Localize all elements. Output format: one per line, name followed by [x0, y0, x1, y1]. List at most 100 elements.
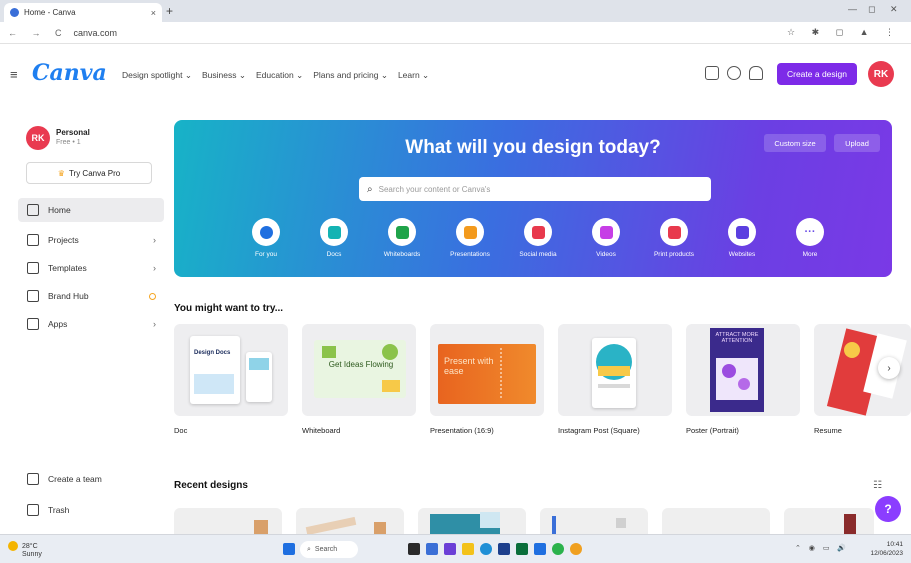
- sidebar-item-home[interactable]: Home: [18, 198, 164, 222]
- carousel-next-button[interactable]: ›: [878, 357, 900, 379]
- card-label-whiteboard[interactable]: Whiteboard: [302, 426, 340, 435]
- file-explorer-icon[interactable]: [462, 543, 474, 555]
- clock-date: 12/06/2023: [870, 550, 903, 557]
- card-label-resume[interactable]: Resume: [814, 426, 842, 435]
- template-card-poster[interactable]: ATTRACT MORE ATTENTION: [686, 324, 800, 416]
- canva-logo[interactable]: Canva: [32, 60, 107, 86]
- bell-icon[interactable]: [749, 66, 763, 80]
- category-more[interactable]: ··· More: [780, 218, 840, 258]
- sidebar-item-projects[interactable]: Projects ›: [18, 228, 164, 252]
- url-field[interactable]: canva.com: [74, 28, 118, 38]
- search-icon: ⌕: [307, 545, 311, 553]
- task-view-icon[interactable]: [408, 543, 420, 555]
- recent-design-card[interactable]: [662, 508, 770, 534]
- template-card-whiteboard[interactable]: Get Ideas Flowing: [302, 324, 416, 416]
- category-videos[interactable]: Videos: [576, 218, 636, 258]
- recent-design-card[interactable]: [418, 508, 526, 534]
- avatar[interactable]: RK: [868, 61, 894, 87]
- browser-nav-buttons[interactable]: ← → C: [8, 28, 68, 38]
- card-label-poster[interactable]: Poster (Portrait): [686, 426, 739, 435]
- search-icon: ⌕: [367, 183, 373, 195]
- hamburger-menu-icon[interactable]: ≡: [10, 67, 18, 82]
- close-window-icon[interactable]: ✕: [890, 4, 898, 15]
- teams-icon[interactable]: [444, 543, 456, 555]
- recent-design-card[interactable]: [296, 508, 404, 534]
- chevron-right-icon: ›: [153, 263, 156, 273]
- edge-icon[interactable]: [480, 543, 492, 555]
- close-tab-icon[interactable]: ×: [151, 8, 156, 18]
- template-card-instagram[interactable]: [558, 324, 672, 416]
- windows-start-icon[interactable]: [283, 543, 295, 555]
- sidebar-item-templates[interactable]: Templates ›: [18, 256, 164, 280]
- custom-size-button[interactable]: Custom size: [764, 134, 826, 152]
- new-tab-button[interactable]: +: [166, 4, 173, 18]
- card-label-doc[interactable]: Doc: [174, 426, 187, 435]
- upload-button[interactable]: Upload: [834, 134, 880, 152]
- grid-view-icon[interactable]: ☷: [873, 480, 882, 491]
- clock[interactable]: 10:41 12/06/2023: [870, 540, 903, 558]
- nav-business[interactable]: Business ⌄: [202, 70, 246, 81]
- taskbar-search[interactable]: ⌕ Search: [300, 541, 358, 558]
- sidebar: RK Personal Free • 1 ♛ Try Canva Pro Hom…: [0, 106, 168, 534]
- card-label-presentation[interactable]: Presentation (16:9): [430, 426, 494, 435]
- card-caption: Design Docs: [194, 350, 231, 356]
- chevron-right-icon: ›: [153, 319, 156, 329]
- sidebar-item-apps[interactable]: Apps ›: [18, 312, 164, 336]
- nav-plans-pricing[interactable]: Plans and pricing ⌄: [313, 70, 388, 81]
- category-print-products[interactable]: Print products: [644, 218, 704, 258]
- category-for-you[interactable]: For you: [236, 218, 296, 258]
- clock-time: 10:41: [886, 541, 903, 548]
- recent-design-card[interactable]: [540, 508, 648, 534]
- settings-icon[interactable]: [727, 66, 741, 80]
- browser-toolbar-icons[interactable]: ☆ ✱ ◻ ▲ ⋮: [787, 27, 901, 38]
- windows-taskbar: 28°C Sunny ⌕ Search ⌃ ◉ ▭ 🔊 10:41 12/06/…: [0, 534, 911, 563]
- mail-icon[interactable]: [534, 543, 546, 555]
- website-icon: [728, 218, 756, 246]
- minimize-icon[interactable]: —: [848, 4, 857, 14]
- recent-design-card[interactable]: [784, 508, 874, 534]
- sidebar-item-create-team[interactable]: Create a team: [18, 467, 164, 491]
- weather-widget[interactable]: 28°C Sunny: [8, 541, 42, 559]
- recent-design-card[interactable]: [174, 508, 282, 534]
- account-name[interactable]: Personal: [56, 128, 90, 137]
- category-presentations[interactable]: Presentations: [440, 218, 500, 258]
- trash-icon: [27, 504, 39, 516]
- browser-tab[interactable]: Home - Canva ×: [4, 3, 162, 22]
- card-label-instagram[interactable]: Instagram Post (Square): [558, 426, 640, 435]
- category-label: Print products: [653, 251, 695, 258]
- sidebar-item-label: Apps: [48, 319, 68, 329]
- store-icon[interactable]: [498, 543, 510, 555]
- hero-banner: What will you design today? Custom size …: [174, 120, 892, 277]
- sidebar-item-label: Create a team: [48, 474, 102, 484]
- template-card-presentation[interactable]: Present with ease: [430, 324, 544, 416]
- category-whiteboards[interactable]: Whiteboards: [372, 218, 432, 258]
- maximize-icon[interactable]: ◻: [868, 4, 875, 15]
- template-card-doc[interactable]: Design Docs: [174, 324, 288, 416]
- try-pro-button[interactable]: ♛ Try Canva Pro: [26, 162, 152, 184]
- sidebar-item-label: Templates: [48, 263, 87, 273]
- sidebar-item-trash[interactable]: Trash: [18, 498, 164, 522]
- category-label: More: [802, 251, 818, 258]
- system-tray[interactable]: ⌃ ◉ ▭ 🔊: [795, 544, 849, 552]
- monitor-icon[interactable]: [705, 66, 719, 80]
- print-icon: [660, 218, 688, 246]
- sidebar-avatar[interactable]: RK: [26, 126, 50, 150]
- chrome-icon[interactable]: [552, 543, 564, 555]
- search-placeholder: Search your content or Canva's: [378, 184, 491, 194]
- help-button[interactable]: ?: [875, 496, 901, 522]
- category-label: For you: [254, 251, 278, 258]
- search-input[interactable]: ⌕ Search your content or Canva's: [359, 177, 711, 201]
- category-websites[interactable]: Websites: [712, 218, 772, 258]
- sidebar-item-brand-hub[interactable]: Brand Hub: [18, 284, 164, 308]
- nav-design-spotlight[interactable]: Design spotlight ⌄: [122, 70, 192, 81]
- widgets-icon[interactable]: [426, 543, 438, 555]
- category-docs[interactable]: Docs: [304, 218, 364, 258]
- category-label: Whiteboards: [383, 251, 421, 258]
- nav-education[interactable]: Education ⌄: [256, 70, 303, 81]
- photos-icon[interactable]: [570, 543, 582, 555]
- category-social-media[interactable]: Social media: [508, 218, 568, 258]
- app-icon[interactable]: [516, 543, 528, 555]
- create-design-button[interactable]: Create a design: [777, 63, 857, 85]
- home-icon: [27, 204, 39, 216]
- nav-learn[interactable]: Learn ⌄: [398, 70, 429, 81]
